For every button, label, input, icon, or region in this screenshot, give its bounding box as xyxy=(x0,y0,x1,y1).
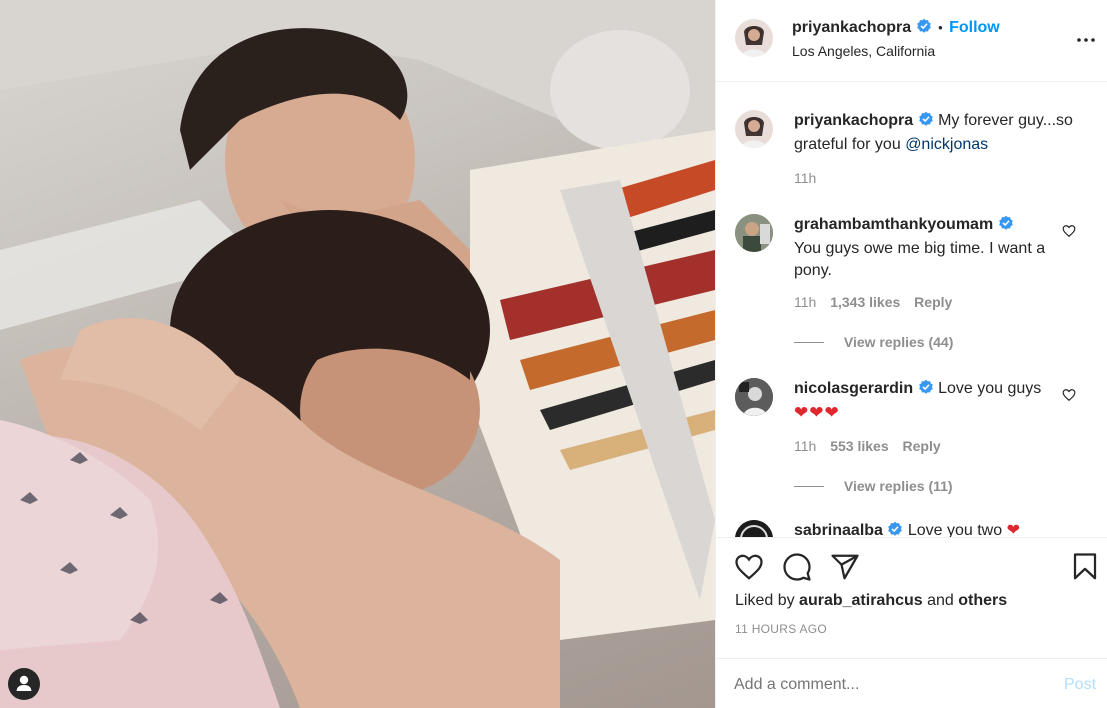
post-actions: Liked by aurab_atirahcus and others 11 H… xyxy=(716,537,1107,657)
heart-emoji: ❤ xyxy=(1006,522,1020,537)
comment-avatar[interactable] xyxy=(735,378,773,416)
more-options-icon[interactable] xyxy=(1076,30,1096,55)
post-location[interactable]: Los Angeles, California xyxy=(792,43,935,59)
comment-time[interactable]: 11h xyxy=(794,438,816,454)
view-replies-line xyxy=(794,486,824,487)
view-replies-button[interactable]: View replies (11) xyxy=(794,478,953,494)
follow-button[interactable]: Follow xyxy=(949,19,1000,36)
verified-badge-icon xyxy=(887,521,903,537)
caption-mention-link[interactable]: @nickjonas xyxy=(905,136,988,153)
header-dot: • xyxy=(938,20,943,35)
comment-text: Love you two xyxy=(907,522,1003,537)
like-comment-heart-icon[interactable] xyxy=(1062,224,1076,243)
verified-badge-icon xyxy=(916,18,932,39)
comment-body: sabrinaalba Love you two ❤ xyxy=(794,520,1074,537)
author-username[interactable]: priyankachopra xyxy=(792,19,911,36)
verified-badge-icon xyxy=(918,379,934,402)
comment-body: grahambamthankyoumam You guys owe me big… xyxy=(794,214,1064,282)
liked-by-and: and xyxy=(927,592,954,609)
reply-button[interactable]: Reply xyxy=(903,438,941,454)
post-timestamp[interactable]: 11 HOURS AGO xyxy=(735,622,827,636)
author-avatar[interactable] xyxy=(735,19,773,57)
verified-badge-icon xyxy=(998,215,1014,238)
view-replies-button[interactable]: View replies (44) xyxy=(794,334,953,350)
post-photo[interactable] xyxy=(0,0,715,708)
comment-username[interactable]: nicolasgerardin xyxy=(794,380,913,397)
caption-time[interactable]: 11h xyxy=(794,170,816,186)
comment-time[interactable]: 11h xyxy=(794,294,816,310)
view-replies-label: View replies (11) xyxy=(843,478,953,494)
comment-likes[interactable]: 1,343 likes xyxy=(830,294,900,310)
caption-avatar[interactable] xyxy=(735,110,773,148)
comment-text: Love you guys xyxy=(938,380,1042,397)
liked-by: Liked by aurab_atirahcus and others xyxy=(735,592,1007,610)
add-comment-input[interactable] xyxy=(732,669,1046,701)
view-replies-line xyxy=(794,342,824,343)
post-side-panel: priyankachopra • Follow Los Angeles, Cal… xyxy=(715,0,1107,708)
liked-by-prefix: Liked by xyxy=(735,592,795,609)
post-comment-button[interactable]: Post xyxy=(1064,676,1096,694)
comment-body: nicolasgerardin Love you guys ❤❤❤ xyxy=(794,378,1064,425)
reply-button[interactable]: Reply xyxy=(914,294,952,310)
heart-emoji: ❤❤❤ xyxy=(794,403,840,422)
user-tag-icon[interactable] xyxy=(8,668,40,700)
header-name-row: priyankachopra • Follow xyxy=(792,18,1000,39)
photo-illustration xyxy=(0,0,715,708)
liked-by-user[interactable]: aurab_atirahcus xyxy=(799,592,923,609)
post-header: priyankachopra • Follow Los Angeles, Cal… xyxy=(716,0,1107,82)
share-icon[interactable] xyxy=(830,552,860,587)
comment-username[interactable]: sabrinaalba xyxy=(794,522,883,537)
comments-list[interactable]: priyankachopra My forever guy...so grate… xyxy=(716,82,1107,537)
comment-icon[interactable] xyxy=(782,552,812,587)
liked-by-others[interactable]: others xyxy=(958,592,1007,609)
comment-avatar[interactable] xyxy=(735,520,773,537)
like-comment-heart-icon[interactable] xyxy=(1062,388,1076,407)
add-comment-bar: Post xyxy=(716,658,1107,708)
verified-badge-icon xyxy=(918,111,934,134)
comment-meta: 11h 553 likes Reply xyxy=(794,438,941,454)
comment-likes[interactable]: 553 likes xyxy=(830,438,888,454)
comment-text: You guys owe me big time. I want a pony. xyxy=(794,240,1046,279)
caption-username[interactable]: priyankachopra xyxy=(794,112,913,129)
comment-avatar[interactable] xyxy=(735,214,773,252)
heart-outline-icon[interactable] xyxy=(734,552,764,587)
caption: priyankachopra My forever guy...so grate… xyxy=(794,110,1084,156)
bookmark-icon[interactable] xyxy=(1070,552,1100,587)
comment-username[interactable]: grahambamthankyoumam xyxy=(794,216,993,233)
view-replies-label: View replies (44) xyxy=(843,334,954,350)
comment-meta: 11h 1,343 likes Reply xyxy=(794,294,952,310)
